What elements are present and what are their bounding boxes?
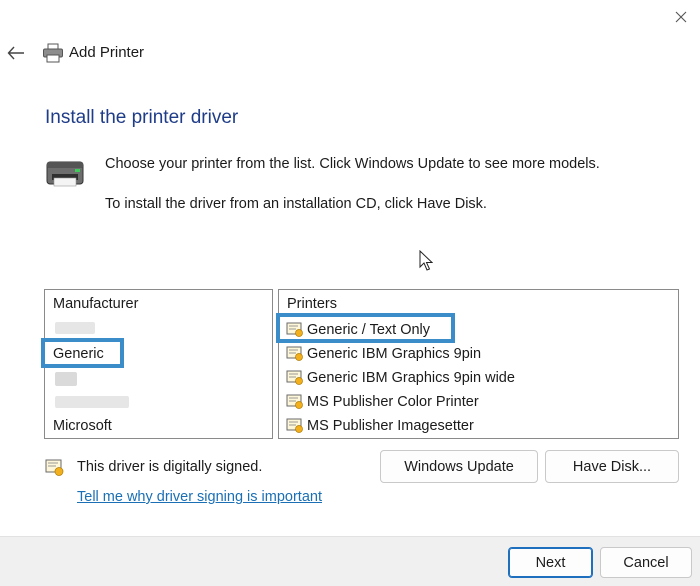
certificate-icon bbox=[45, 459, 65, 477]
redacted-item bbox=[55, 372, 77, 386]
printer-item[interactable]: MS Publisher Color Printer bbox=[307, 394, 479, 410]
page-heading: Install the printer driver bbox=[45, 107, 239, 128]
printer-icon bbox=[42, 43, 64, 63]
manufacturer-list-header: Manufacturer bbox=[53, 296, 139, 312]
certificate-icon bbox=[286, 418, 304, 434]
certificate-icon bbox=[286, 370, 304, 386]
printer-item[interactable]: Generic IBM Graphics 9pin wide bbox=[307, 370, 515, 386]
footer-bar bbox=[0, 536, 700, 586]
printer-selection-highlight bbox=[276, 313, 455, 343]
close-icon bbox=[675, 11, 687, 23]
redacted-item bbox=[55, 322, 95, 334]
printer-list-header: Printers bbox=[287, 296, 337, 312]
driver-signing-link[interactable]: Tell me why driver signing is important bbox=[77, 489, 322, 505]
redacted-item bbox=[55, 396, 129, 408]
back-button[interactable] bbox=[4, 40, 28, 66]
close-button[interactable] bbox=[666, 4, 696, 30]
certificate-icon bbox=[286, 346, 304, 362]
printer-item[interactable]: Generic IBM Graphics 9pin bbox=[307, 346, 481, 362]
cancel-button[interactable]: Cancel bbox=[600, 547, 692, 578]
large-printer-icon bbox=[45, 158, 85, 188]
certificate-icon bbox=[286, 394, 304, 410]
mouse-cursor-icon bbox=[419, 249, 434, 272]
next-button[interactable]: Next bbox=[508, 547, 593, 578]
description-line-1: Choose your printer from the list. Click… bbox=[105, 156, 600, 172]
printer-list[interactable]: Printers Generic / Text Only Generic IBM… bbox=[278, 289, 679, 439]
manufacturer-selection-highlight bbox=[41, 338, 124, 368]
printer-item[interactable]: MS Publisher Imagesetter bbox=[307, 418, 474, 434]
back-arrow-icon bbox=[7, 46, 24, 60]
windows-update-button[interactable]: Windows Update bbox=[380, 450, 538, 483]
window-title: Add Printer bbox=[69, 44, 145, 61]
have-disk-button[interactable]: Have Disk... bbox=[545, 450, 679, 483]
description-line-2: To install the driver from an installati… bbox=[105, 196, 487, 212]
signed-status-text: This driver is digitally signed. bbox=[77, 459, 263, 475]
manufacturer-item-microsoft[interactable]: Microsoft bbox=[53, 418, 112, 434]
